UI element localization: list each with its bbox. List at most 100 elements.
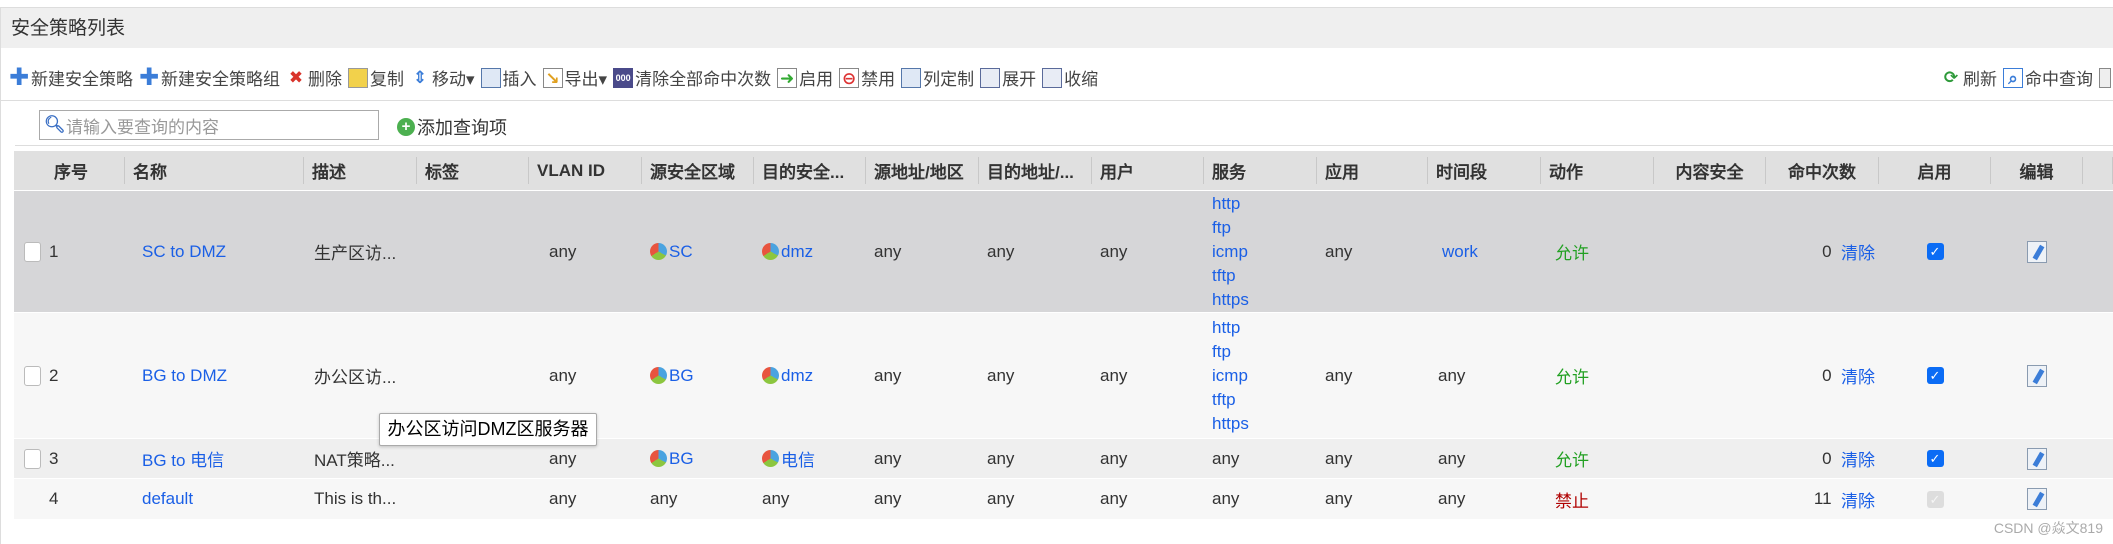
column-header[interactable]: 服务: [1204, 157, 1317, 184]
toolbar-button-collapse[interactable]: 收缩: [1042, 65, 1098, 90]
table-cell: http ftp icmp tftp https: [1204, 313, 1317, 438]
toolbar-button-enable[interactable]: ➜ 启用: [777, 65, 833, 90]
row-checkbox[interactable]: [24, 365, 41, 386]
clear-hits-link[interactable]: 清除: [1841, 239, 1875, 264]
toolbar-button-refresh[interactable]: ⟳ 刷新: [1941, 65, 1997, 90]
policy-name-link[interactable]: BG to 电信: [142, 446, 224, 471]
service-link[interactable]: icmp: [1212, 364, 1248, 388]
clear-hits-link[interactable]: 清除: [1841, 487, 1875, 512]
toolbar-button-plus[interactable]: ✚ 新建安全策略: [9, 65, 133, 90]
trash-icon[interactable]: [2099, 67, 2111, 88]
column-header[interactable]: VLAN ID: [529, 157, 642, 184]
source-zone[interactable]: BG: [669, 449, 694, 469]
column-header[interactable]: 内容安全: [1654, 157, 1766, 184]
row-checkbox[interactable]: [24, 241, 41, 262]
table-cell: ✓: [1879, 479, 1991, 519]
column-header[interactable]: [2083, 157, 2113, 184]
table-cell: any: [1428, 313, 1541, 438]
vlan-id: any: [549, 241, 577, 261]
enable-checkbox[interactable]: ✓: [1926, 450, 1944, 467]
service-link[interactable]: http: [1212, 192, 1240, 216]
toolbar-button-columns[interactable]: 列定制: [901, 65, 974, 90]
edit-icon[interactable]: [2027, 364, 2047, 387]
zone-icon: [650, 450, 667, 467]
toolbar-button-delete[interactable]: ✖ 删除: [286, 65, 342, 90]
service-link[interactable]: https: [1212, 412, 1249, 436]
time-range-link[interactable]: work: [1442, 242, 1478, 262]
table-cell: any: [1204, 479, 1317, 519]
enable-checkbox[interactable]: ✓: [1926, 367, 1944, 384]
column-header[interactable]: 序号: [14, 157, 125, 184]
service-link[interactable]: ftp: [1212, 216, 1231, 240]
source-zone[interactable]: BG: [669, 366, 694, 386]
clear-hits-link[interactable]: 清除: [1841, 446, 1875, 471]
toolbar: ✚ 新建安全策略 ✚ 新建安全策略组 ✖ 删除 复制 ⇕ 移动▾ 插入 ↘ 导出▾ 000 清除全部命中次…: [1, 55, 2113, 101]
toolbar-button-hit-query[interactable]: ⌕ 命中查询: [2003, 65, 2093, 90]
clear-hits-link[interactable]: 清除: [1841, 363, 1875, 388]
policy-name-link[interactable]: default: [142, 489, 193, 509]
add-query-button[interactable]: + 添加查询项: [397, 114, 507, 140]
toolbar-button-clear-count[interactable]: 000 清除全部命中次数: [613, 65, 771, 90]
table-cell: any: [1204, 439, 1317, 478]
destination-zone[interactable]: dmz: [781, 366, 813, 386]
toolbar-button-export[interactable]: ↘ 导出▾: [542, 65, 608, 90]
service-link[interactable]: icmp: [1212, 240, 1248, 264]
service-link[interactable]: ftp: [1212, 340, 1231, 364]
toolbar-button-expand[interactable]: 展开: [980, 65, 1036, 90]
zone-icon: [762, 243, 779, 260]
source-zone[interactable]: SC: [669, 242, 693, 262]
column-header[interactable]: 目的安全...: [754, 157, 866, 184]
row-number: 3: [49, 448, 59, 468]
destination-zone[interactable]: dmz: [781, 242, 813, 262]
table-cell: any: [1092, 439, 1204, 478]
column-header[interactable]: 描述: [304, 157, 417, 184]
refresh-icon: ⟳: [1943, 67, 1959, 87]
column-header[interactable]: 应用: [1317, 157, 1428, 184]
search-placeholder: 请输入要查询的内容: [66, 117, 219, 137]
toolbar-button-disable[interactable]: ⊖ 禁用: [839, 65, 895, 90]
column-header[interactable]: 用户: [1092, 157, 1204, 184]
zone-icon: [762, 367, 779, 384]
table-cell: 2: [14, 313, 125, 438]
table-row[interactable]: 3 BG to 电信 NAT策略... any BG 电信 any any any any any a…: [14, 438, 2113, 478]
edit-icon[interactable]: [2027, 488, 2047, 510]
toolbar-button-label: 导出▾: [564, 70, 608, 89]
toolbar-button-plus[interactable]: ✚ 新建安全策略组: [139, 65, 280, 90]
destination-zone[interactable]: 电信: [781, 446, 815, 471]
column-header[interactable]: 源地址/地区: [866, 157, 979, 184]
toolbar-button-move[interactable]: ⇕ 移动▾: [410, 65, 475, 90]
column-header[interactable]: 时间段: [1428, 157, 1541, 184]
table-row[interactable]: 2 BG to DMZ 办公区访... any BG dmz any any any http ft…: [14, 312, 2113, 438]
policy-name-link[interactable]: BG to DMZ: [142, 366, 227, 386]
column-header[interactable]: 名称: [125, 157, 304, 184]
toolbar-button-label: 展开: [1002, 70, 1037, 89]
export-icon: ↘: [542, 67, 563, 88]
column-header[interactable]: 命中次数: [1766, 157, 1879, 184]
column-header[interactable]: 源安全区域: [642, 157, 754, 184]
search-input[interactable]: 🔍︎ 请输入要查询的内容: [39, 110, 379, 140]
table-row[interactable]: 1 SC to DMZ 生产区访... any SC dmz any any any http ft…: [14, 190, 2113, 312]
edit-icon[interactable]: [2027, 240, 2047, 263]
policy-table: 序号 名称 描述 标签 VLAN ID 源安全区域 目的安全... 源地址/地区 目的地址/..…: [14, 151, 2113, 519]
policy-description: 办公区访...: [314, 368, 397, 387]
toolbar-button-insert[interactable]: 插入: [480, 65, 537, 90]
destination-address: any: [987, 365, 1015, 385]
table-row[interactable]: 4 default This is th... any any any any any any a…: [14, 478, 2113, 519]
column-header[interactable]: 启用: [1879, 157, 1991, 184]
edit-icon[interactable]: [2027, 447, 2047, 470]
table-cell: [1991, 313, 2083, 438]
column-header[interactable]: 编辑: [1991, 157, 2083, 184]
insert-icon: [480, 67, 501, 88]
service-link[interactable]: https: [1212, 288, 1249, 312]
policy-name-link[interactable]: SC to DMZ: [142, 242, 226, 262]
enable-checkbox[interactable]: ✓: [1926, 243, 1944, 260]
toolbar-button-copy[interactable]: 复制: [348, 65, 404, 90]
table-cell: ✓: [1879, 439, 1991, 478]
service-link[interactable]: tftp: [1212, 388, 1236, 412]
column-header[interactable]: 目的地址/...: [979, 157, 1092, 184]
row-checkbox[interactable]: [24, 448, 41, 469]
column-header[interactable]: 动作: [1541, 157, 1654, 184]
service-link[interactable]: http: [1212, 316, 1240, 340]
column-header[interactable]: 标签: [417, 157, 529, 184]
service-link[interactable]: tftp: [1212, 264, 1236, 288]
